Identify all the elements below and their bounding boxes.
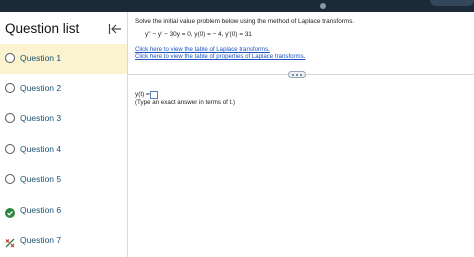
question-equation: y'' − y' − 30y = 0, y(0) = − 4, y'(0) = … xyxy=(145,31,252,38)
question-item-2[interactable]: Question 2 xyxy=(0,74,127,104)
question-list-sidebar: Question list Question 1 Question 2 Ques… xyxy=(0,12,128,257)
question-item-6[interactable]: Question 6 xyxy=(0,196,127,226)
sidebar-header: Question list xyxy=(0,12,128,44)
answer-input[interactable] xyxy=(150,91,158,99)
partial-credit-icon xyxy=(5,235,15,248)
question-item-1[interactable]: Question 1 xyxy=(0,44,127,74)
question-panel: Solve the initial value problem below us… xyxy=(128,12,474,257)
question-label: Question 3 xyxy=(20,113,62,123)
question-label: Question 2 xyxy=(20,83,62,93)
circle-icon xyxy=(5,174,15,184)
question-label: Question 4 xyxy=(20,144,62,154)
question-item-3[interactable]: Question 3 xyxy=(0,104,127,134)
question-label: Question 7 xyxy=(20,235,62,245)
question-item-7[interactable]: Question 7 xyxy=(0,226,127,256)
question-item-5[interactable]: Question 5 xyxy=(0,165,127,195)
collapse-left-icon[interactable] xyxy=(108,22,122,34)
notification-dot xyxy=(320,3,326,9)
top-bar xyxy=(0,0,474,12)
answer-hint: (Type an exact answer in terms of t.) xyxy=(135,99,236,106)
circle-icon xyxy=(5,113,15,123)
circle-icon xyxy=(5,144,15,154)
laplace-properties-link[interactable]: Click here to view the table of properti… xyxy=(135,53,305,60)
top-bar-button[interactable] xyxy=(430,0,474,6)
sidebar-title: Question list xyxy=(5,21,80,36)
question-label: Question 5 xyxy=(20,174,62,184)
question-label: Question 1 xyxy=(20,53,62,63)
circle-icon xyxy=(5,83,15,93)
ellipsis-icon[interactable] xyxy=(288,71,306,78)
check-circle-icon xyxy=(5,205,15,218)
question-label: Question 6 xyxy=(20,205,62,215)
laplace-table-link[interactable]: Click here to view the table of Laplace … xyxy=(135,46,270,53)
question-item-4[interactable]: Question 4 xyxy=(0,135,127,165)
circle-icon xyxy=(5,53,15,63)
answer-prefix: y(t) = xyxy=(135,91,150,98)
question-instruction: Solve the initial value problem below us… xyxy=(135,18,355,25)
